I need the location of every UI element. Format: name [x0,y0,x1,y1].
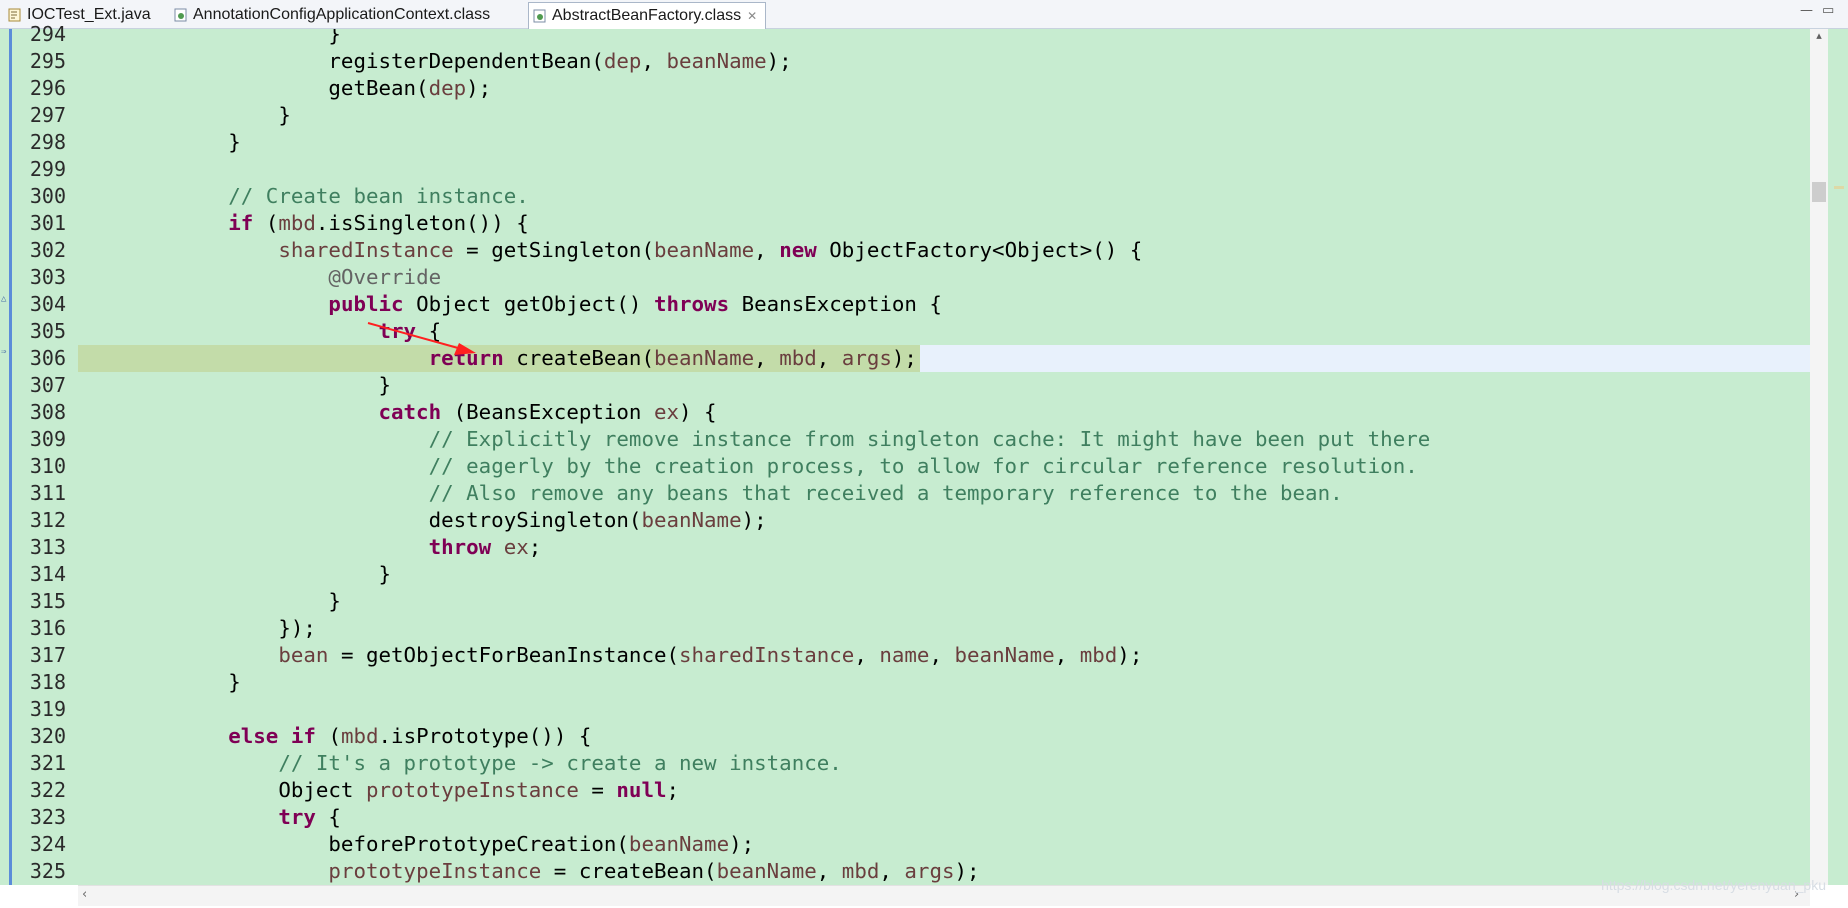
line-number[interactable]: 296 [12,75,66,102]
line-number[interactable]: 312 [12,507,66,534]
code-line[interactable]: if (mbd.isSingleton()) { [78,210,1810,237]
line-number[interactable]: 311 [12,480,66,507]
line-number[interactable]: 313 [12,534,66,561]
line-number[interactable]: 301 [12,210,66,237]
vertical-scrollbar[interactable]: ▴ [1810,29,1828,885]
code-line[interactable]: catch (BeansException ex) { [78,399,1810,426]
line-number[interactable]: 303 [12,264,66,291]
code-line[interactable]: } [78,561,1810,588]
line-number[interactable]: 308 [12,399,66,426]
code-line[interactable]: public Object getObject() throws BeansEx… [78,291,1810,318]
line-number[interactable]: 321 [12,750,66,777]
line-number[interactable]: 305 [12,318,66,345]
code-line[interactable]: Object prototypeInstance = null; [78,777,1810,804]
code-line[interactable]: // Create bean instance. [78,183,1810,210]
line-number[interactable]: 295 [12,48,66,75]
tab-annotation-config-application-context[interactable]: AnnotationConfigApplicationContext.class [170,2,490,28]
line-number[interactable]: 317 [12,642,66,669]
override-marker-icon: △ [1,294,7,304]
code-line[interactable]: } [78,129,1810,156]
code-area[interactable]: } registerDependentBean(dep, beanName); … [78,29,1810,885]
code-line[interactable]: bean = getObjectForBeanInstance(sharedIn… [78,642,1810,669]
code-line[interactable]: sharedInstance = getSingleton(beanName, … [78,237,1810,264]
line-number[interactable]: 325 [12,858,66,885]
line-number[interactable]: 304 [12,291,66,318]
code-line[interactable]: beforePrototypeCreation(beanName); [78,831,1810,858]
line-number[interactable]: 310 [12,453,66,480]
code-line[interactable] [78,696,1810,723]
code-line[interactable]: // Also remove any beans that received a… [78,480,1810,507]
close-icon[interactable]: ✕ [747,9,757,23]
line-number[interactable]: 319 [12,696,66,723]
class-file-icon [533,9,546,23]
eclipse-editor-window: IOCTest_Ext.java AnnotationConfigApplica… [0,0,1848,908]
code-line[interactable]: destroySingleton(beanName); [78,507,1810,534]
line-number[interactable]: 294 [12,21,66,48]
overview-ruler-marker[interactable] [1834,186,1844,189]
line-number[interactable]: 320 [12,723,66,750]
code-line[interactable]: throw ex; [78,534,1810,561]
scroll-left-icon[interactable]: ‹ [82,887,87,902]
code-line[interactable]: } [78,29,1810,48]
line-number[interactable]: 314 [12,561,66,588]
line-number[interactable]: 302 [12,237,66,264]
code-line[interactable]: } [78,669,1810,696]
line-number[interactable]: 297 [12,102,66,129]
line-number-gutter: 294 295 296 297 298 299 300 301 302 303 304 305 306 3… [12,22,78,885]
line-number[interactable]: 318 [12,669,66,696]
code-line[interactable]: } [78,372,1810,399]
line-number[interactable]: 322 [12,777,66,804]
line-number[interactable]: 299 [12,156,66,183]
line-number[interactable]: 323 [12,804,66,831]
line-number[interactable]: 309 [12,426,66,453]
editor-tab-bar: IOCTest_Ext.java AnnotationConfigApplica… [0,0,1848,29]
line-number[interactable]: 324 [12,831,66,858]
vertical-scroll-thumb[interactable] [1812,182,1826,202]
maximize-icon[interactable]: ▭ [1822,3,1834,18]
code-line[interactable] [78,156,1810,183]
code-line[interactable]: } [78,588,1810,615]
code-line[interactable]: try { [78,318,1810,345]
code-line[interactable]: // It's a prototype -> create a new inst… [78,750,1810,777]
code-line[interactable]: prototypeInstance = createBean(beanName,… [78,858,1810,885]
code-editor[interactable]: △ ⇒ 294 295 296 297 298 299 300 301 302 303 304 305… [0,22,1848,885]
line-number[interactable]: 306 [12,345,66,372]
code-line[interactable]: else if (mbd.isPrototype()) { [78,723,1810,750]
tab-label: AbstractBeanFactory.class [552,7,742,24]
line-number[interactable]: 316 [12,615,66,642]
scroll-up-icon[interactable]: ▴ [1810,29,1828,42]
line-number[interactable]: 307 [12,372,66,399]
tab-label: AnnotationConfigApplicationContext.class [193,6,491,23]
line-number[interactable]: 298 [12,129,66,156]
code-line[interactable]: }); [78,615,1810,642]
horizontal-scrollbar[interactable]: ‹ › [78,885,1810,906]
code-line[interactable]: // Explicitly remove instance from singl… [78,426,1810,453]
code-line[interactable]: registerDependentBean(dep, beanName); [78,48,1810,75]
code-line[interactable]: getBean(dep); [78,75,1810,102]
code-line[interactable]: return createBean(beanName, mbd, args); [78,345,1810,372]
tab-abstract-bean-factory[interactable]: AbstractBeanFactory.class ✕ [528,2,766,29]
class-file-icon [174,8,187,22]
java-file-icon [8,8,21,22]
line-number[interactable]: 315 [12,588,66,615]
code-line[interactable]: @Override [78,264,1810,291]
code-line[interactable]: try { [78,804,1810,831]
code-line[interactable]: } [78,102,1810,129]
minimize-icon[interactable]: — [1800,3,1813,18]
code-line[interactable]: // eagerly by the creation process, to a… [78,453,1810,480]
watermark: https://blog.csdn.net/yerenyuan_pku [1601,877,1826,893]
line-number[interactable]: 300 [12,183,66,210]
left-ruler: △ ⇒ [0,29,12,885]
debug-instruction-pointer-icon: ⇒ [1,347,7,357]
